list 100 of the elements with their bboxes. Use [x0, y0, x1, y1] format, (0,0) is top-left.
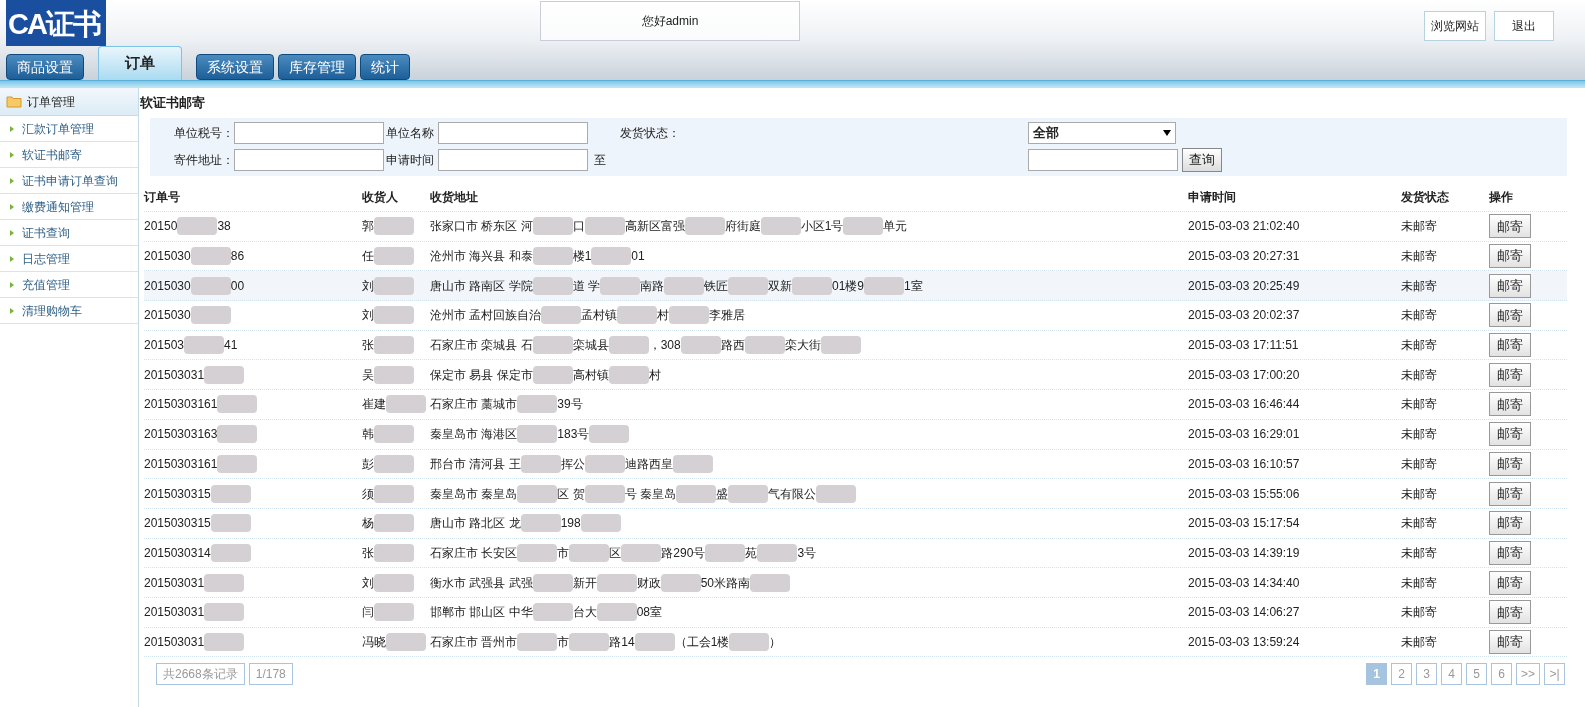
request-time: 2015-03-03 20:02:37	[1188, 307, 1300, 325]
dropdown-arrow-icon	[1162, 130, 1171, 136]
field-label: 发货状态：	[620, 125, 681, 142]
nav-tab[interactable]: 商品设置	[6, 54, 84, 80]
table-row[interactable]: 201503031 冯晓 石家庄市 晋州市 市 路14 （工会1楼 ） 2015-03-03 13:59:24 未邮寄 邮寄	[144, 627, 1567, 658]
shipping-address: 石家庄市 栾城县 石 栾城县 ，308 路西 栾大街	[430, 336, 1188, 355]
shipping-status: 未邮寄	[1401, 218, 1437, 236]
request-time: 2015-03-03 14:06:27	[1188, 604, 1300, 622]
mail-button[interactable]: 邮寄	[1489, 540, 1531, 565]
column-header: 发货状态	[1401, 188, 1449, 206]
mail-button[interactable]: 邮寄	[1489, 244, 1531, 269]
bullet-icon	[10, 203, 14, 210]
table-row[interactable]: 2015030 00 刘 唐山市 路南区 学院 道 学 南路 铁匠 双新 01楼9 1室 2015-03-03 20:25:49 未邮寄 邮寄	[144, 271, 1567, 302]
shipping-address: 石家庄市 藁城市 39号	[430, 395, 584, 414]
field-label: 申请时间	[386, 152, 435, 169]
table-row[interactable]: 201503031 闫 邯郸市 邯山区 中华 台大 08室 2015-03-03 14:06:27 未邮寄 邮寄	[144, 597, 1567, 628]
request-time: 2015-03-03 20:25:49	[1188, 277, 1300, 295]
header-button[interactable]: 浏览网站	[1424, 11, 1486, 41]
shipping-status: 未邮寄	[1401, 366, 1437, 384]
shipping-status: 未邮寄	[1401, 426, 1437, 444]
bullet-icon	[10, 125, 14, 132]
shipping-status: 未邮寄	[1401, 396, 1437, 414]
column-header: 收货人	[362, 188, 398, 206]
input-field[interactable]	[438, 149, 588, 171]
shipping-address: 保定市 易县 保定市 高村镇 村	[430, 365, 662, 384]
order-number: 20150303161	[144, 395, 362, 414]
input-field[interactable]	[1027, 149, 1178, 171]
shipping-address: 邯郸市 邯山区 中华 台大 08室	[430, 603, 664, 622]
table-row[interactable]: 201503031 吴 保定市 易县 保定市 高村镇 村 2015-03-03 17:00:20 未邮寄 邮寄	[144, 360, 1567, 391]
mail-button[interactable]: 邮寄	[1489, 362, 1531, 387]
shipping-status: 未邮寄	[1401, 307, 1437, 325]
mail-button[interactable]: 邮寄	[1489, 451, 1531, 476]
mail-button[interactable]: 邮寄	[1489, 481, 1531, 506]
input-field[interactable]	[234, 149, 384, 171]
shipping-status: 未邮寄	[1401, 574, 1437, 592]
table-row[interactable]: 20150303161 崔建 石家庄市 藁城市 39号 2015-03-03 16:46:44 未邮寄 邮寄	[144, 390, 1567, 420]
mail-button[interactable]: 邮寄	[1489, 422, 1531, 447]
mail-button[interactable]: 邮寄	[1489, 303, 1531, 328]
request-time: 2015-03-03 14:39:19	[1188, 544, 1300, 562]
bullet-icon	[10, 307, 14, 314]
table-row[interactable]: 20150303163 韩 秦皇岛市 海港区 183号 2015-03-03 16:29:01 未邮寄 邮寄	[144, 419, 1567, 450]
shipping-address: 衡水市 武强县 武强 新开 财政 50米路南	[430, 573, 1188, 592]
table-row[interactable]: 2015030314 张 石家庄市 长安区 市 区 路290号 苑 3号 2015-03-03 14:39:19 未邮寄 邮寄	[144, 538, 1567, 569]
shipping-address: 唐山市 路南区 学院 道 学 南路 铁匠 双新 01楼9 1室	[430, 276, 924, 295]
table-row[interactable]: 2015030315 须 秦皇岛市 秦皇岛 区 贺 号 秦皇岛 盛 气有限公 2015-03-03 15:55:06 未邮寄 邮寄	[144, 479, 1567, 509]
order-number: 20150303161	[144, 454, 362, 473]
input-field[interactable]	[438, 122, 588, 144]
request-time: 2015-03-03 21:02:40	[1188, 218, 1300, 236]
sidebar-title: 订单管理	[0, 88, 138, 116]
nav-tab[interactable]: 订单	[98, 46, 182, 80]
bullet-icon	[10, 255, 14, 262]
bullet-icon	[10, 229, 14, 236]
mail-button[interactable]: 邮寄	[1489, 392, 1531, 417]
bullet-icon	[10, 281, 14, 288]
shipping-address: 邢台市 清河县 王 挥公 迪路西皇	[430, 454, 1188, 473]
mail-button[interactable]: 邮寄	[1489, 570, 1531, 595]
mail-button[interactable]: 邮寄	[1489, 511, 1531, 536]
column-header: 操作	[1489, 188, 1513, 206]
query-button[interactable]: 查询	[1181, 148, 1222, 172]
order-number: 20150 38	[144, 217, 232, 236]
record-count: 共2668条记录	[156, 663, 245, 686]
shipping-status: 未邮寄	[1401, 604, 1437, 622]
request-time: 2015-03-03 15:55:06	[1188, 485, 1300, 503]
status-select[interactable]: 全部	[1027, 122, 1176, 144]
bullet-icon	[10, 151, 14, 158]
request-time: 2015-03-03 17:00:20	[1188, 366, 1300, 384]
mail-button[interactable]: 邮寄	[1489, 273, 1531, 298]
order-number: 2015030 00	[144, 276, 246, 295]
page-indicator: 1/178	[248, 663, 293, 686]
nav-tab[interactable]: 统计	[360, 54, 410, 80]
request-time: 2015-03-03 20:27:31	[1188, 248, 1300, 266]
request-time: 2015-03-03 16:29:01	[1188, 426, 1300, 444]
shipping-status: 未邮寄	[1401, 455, 1437, 473]
shipping-address: 沧州市 海兴县 和泰 楼1 01	[430, 247, 646, 266]
table-row[interactable]: 201503 41 张 石家庄市 栾城县 石 栾城县 ，308 路西 栾大街 2015-03-03 17:11:51 未邮寄 邮寄	[144, 330, 1567, 361]
shipping-status: 未邮寄	[1401, 248, 1437, 266]
header-button[interactable]: 退出	[1494, 11, 1554, 41]
table-row[interactable]: 2015030 刘 沧州市 孟村回族自治 孟村镇 村 李雅居 2015-03-03 20:02:37 未邮寄 邮寄	[144, 301, 1567, 331]
mail-button[interactable]: 邮寄	[1489, 214, 1531, 239]
column-header: 收货地址	[430, 188, 478, 206]
mail-button[interactable]: 邮寄	[1489, 629, 1531, 654]
table-row[interactable]: 20150303161 彭 邢台市 清河县 王 挥公 迪路西皇 2015-03-03 16:10:57 未邮寄 邮寄	[144, 449, 1567, 480]
shipping-status: 未邮寄	[1401, 633, 1437, 651]
request-time: 2015-03-03 16:10:57	[1188, 455, 1300, 473]
order-number: 2015030315	[144, 514, 362, 533]
order-number: 201503031	[144, 365, 362, 384]
order-number: 201503031	[144, 603, 362, 622]
input-field[interactable]	[234, 122, 384, 144]
order-number: 2015030 86	[144, 247, 246, 266]
order-number: 20150303163	[144, 425, 362, 444]
field-label: 寄件地址：	[174, 152, 232, 169]
nav-tab[interactable]: 库存管理	[278, 54, 356, 80]
nav-tab[interactable]: 系统设置	[196, 54, 274, 80]
order-number: 2015030314	[144, 543, 362, 562]
table-row[interactable]: 201503031 刘 衡水市 武强县 武强 新开 财政 50米路南 2015-03-03 14:34:40 未邮寄 邮寄	[144, 568, 1567, 598]
request-time: 2015-03-03 14:34:40	[1188, 574, 1300, 592]
mail-button[interactable]: 邮寄	[1489, 333, 1531, 358]
table-row[interactable]: 2015030315 杨 唐山市 路北区 龙 198 2015-03-03 15:17:54 未邮寄 邮寄	[144, 508, 1567, 539]
mail-button[interactable]: 邮寄	[1489, 600, 1531, 625]
table-row[interactable]: 20150 38 郭 张家口市 桥东区 河 口 高新区富强 府街庭 小区1号 单元 2015-03-03 21:02:40 未邮寄 邮寄	[144, 212, 1567, 242]
